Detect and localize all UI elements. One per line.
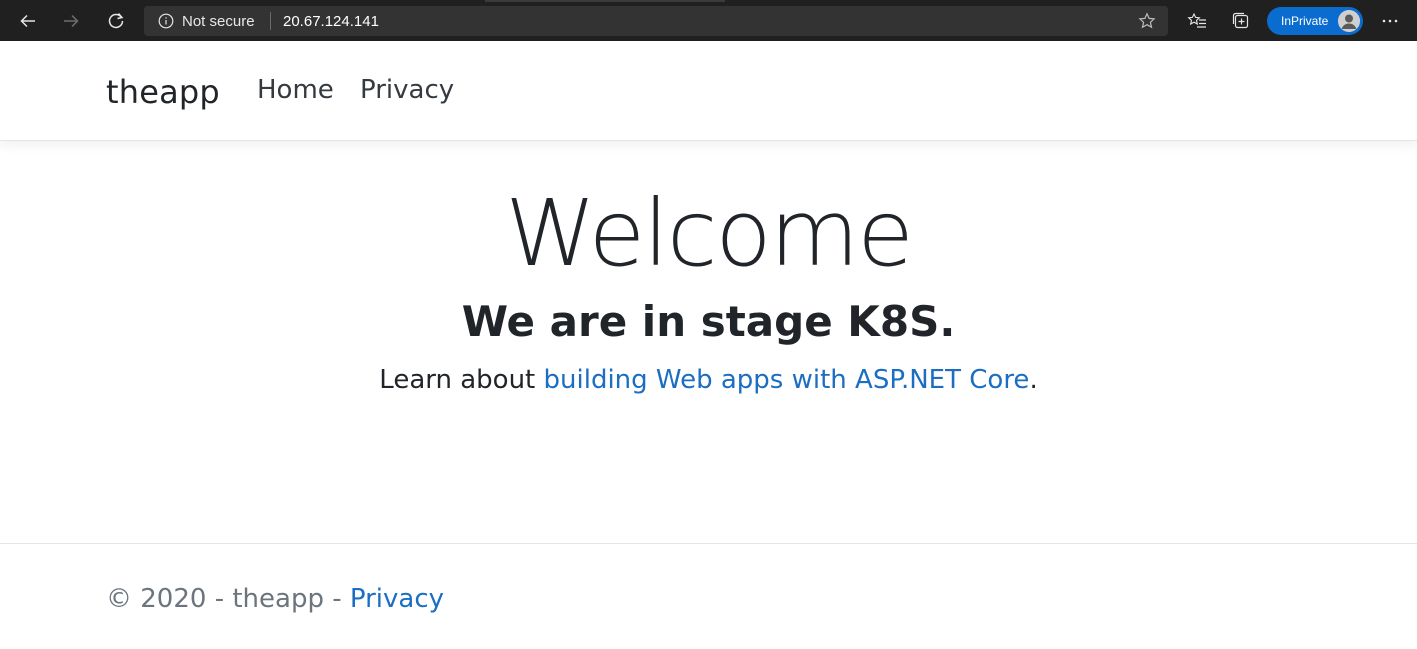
browser-toolbar: Not secure 20.67.124.141 InPrivate xyxy=(0,0,1417,41)
inprivate-label: InPrivate xyxy=(1281,14,1329,28)
address-bar[interactable]: Not secure 20.67.124.141 xyxy=(144,6,1168,36)
page-heading: Welcome xyxy=(505,180,914,287)
forward-button[interactable] xyxy=(58,8,84,34)
learn-paragraph: Learn about building Web apps with ASP.N… xyxy=(0,362,1417,398)
main-content: Welcome We are in stage K8S. Learn about… xyxy=(0,142,1417,398)
brand-link[interactable]: theapp xyxy=(106,73,220,111)
profile-avatar-icon xyxy=(1338,10,1360,32)
inprivate-badge[interactable]: InPrivate xyxy=(1267,7,1363,35)
footer-copyright: © 2020 - theapp - xyxy=(106,584,350,614)
footer-privacy-link[interactable]: Privacy xyxy=(350,584,444,614)
back-arrow-icon xyxy=(20,14,35,28)
address-separator xyxy=(270,12,271,30)
refresh-button[interactable] xyxy=(103,8,129,34)
tab-strip-edge xyxy=(485,0,725,2)
page-subheading: We are in stage K8S. xyxy=(461,297,956,346)
aspnet-docs-link[interactable]: building Web apps with ASP.NET Core xyxy=(544,365,1030,395)
page-footer: © 2020 - theapp - Privacy xyxy=(0,543,1417,649)
forward-arrow-icon xyxy=(64,14,79,28)
learn-suffix: . xyxy=(1029,365,1038,395)
nav-link-home[interactable]: Home xyxy=(257,75,334,105)
security-status[interactable]: Not secure xyxy=(182,13,255,30)
back-button[interactable] xyxy=(15,8,41,34)
footer-text: © 2020 - theapp - Privacy xyxy=(106,584,444,614)
info-icon[interactable] xyxy=(158,13,174,29)
refresh-icon xyxy=(108,13,124,29)
collections-icon[interactable] xyxy=(1231,11,1251,31)
learn-prefix: Learn about xyxy=(379,365,544,395)
site-navbar: theapp Home Privacy xyxy=(0,41,1417,141)
favorites-icon[interactable] xyxy=(1187,11,1207,31)
nav-link-privacy[interactable]: Privacy xyxy=(360,75,454,105)
more-options-icon[interactable] xyxy=(1380,11,1400,31)
url-text[interactable]: 20.67.124.141 xyxy=(283,13,379,30)
favorite-star-icon[interactable] xyxy=(1138,12,1156,30)
